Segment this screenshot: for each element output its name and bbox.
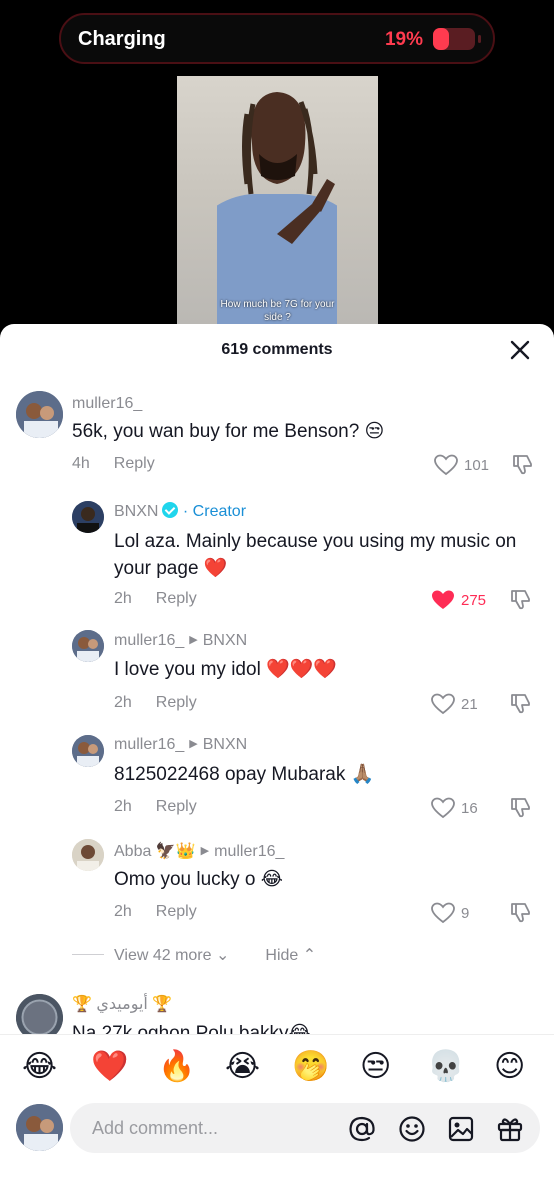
reply-to-username: muller16_ bbox=[214, 843, 285, 860]
reply-arrow-icon: ▶ bbox=[189, 738, 198, 750]
chevron-up-icon: ⌃ bbox=[302, 947, 317, 964]
comment-input[interactable]: Add comment... bbox=[70, 1103, 540, 1153]
emoji-button[interactable]: 😂 bbox=[22, 1049, 57, 1085]
like-button[interactable]: 275 bbox=[431, 589, 486, 611]
avatar[interactable] bbox=[72, 839, 104, 871]
gift-icon[interactable] bbox=[496, 1115, 524, 1143]
comment-username[interactable]: BNXN · Creator bbox=[114, 502, 246, 521]
comment-time: 2h bbox=[114, 694, 132, 711]
reply-to-username: BNXN bbox=[202, 736, 248, 753]
emoji-button[interactable]: 🔥 bbox=[158, 1049, 195, 1085]
comment-time: 2h bbox=[114, 903, 132, 920]
emoji-icon[interactable] bbox=[398, 1115, 426, 1143]
comment-username[interactable]: Abba 🦅👑 ▶ muller16_ bbox=[114, 841, 284, 861]
reply-button[interactable]: Reply bbox=[156, 590, 197, 607]
emoji-button[interactable]: 😒 bbox=[360, 1049, 391, 1085]
thread-controls: View 42 more ⌄ Hide ⌃ bbox=[72, 945, 316, 965]
comment-meta: 2h Reply bbox=[114, 903, 197, 921]
quick-emoji-bar: 😂 ❤️ 🔥 😭 🤭 😒 💀 😊 bbox=[0, 1034, 554, 1098]
comment-meta: 2h Reply bbox=[114, 694, 197, 712]
divider-line bbox=[72, 954, 104, 955]
comment-count: 619 comments bbox=[221, 341, 333, 358]
comment-username[interactable]: muller16_ bbox=[72, 395, 142, 413]
reply-button[interactable]: Reply bbox=[156, 903, 197, 920]
verified-icon bbox=[162, 502, 179, 518]
heart-icon bbox=[431, 693, 455, 715]
emoji-button[interactable]: ❤️ bbox=[91, 1049, 128, 1085]
like-button[interactable]: 16 bbox=[431, 797, 478, 819]
avatar[interactable] bbox=[72, 630, 104, 662]
creator-label: · Creator bbox=[182, 503, 247, 520]
comment-time: 2h bbox=[114, 798, 132, 815]
mention-icon[interactable] bbox=[348, 1115, 376, 1143]
video-caption: How much be 7G for your side ? bbox=[220, 299, 335, 323]
dislike-icon[interactable] bbox=[509, 691, 533, 715]
reply-button[interactable]: Reply bbox=[114, 455, 155, 472]
comments-sheet: 619 comments muller16_ 56k, you wan buy … bbox=[0, 324, 554, 1200]
like-button[interactable]: 9 bbox=[431, 902, 469, 924]
reply-button[interactable]: Reply bbox=[156, 694, 197, 711]
comment-text: Omo you lucky o 😂 bbox=[114, 869, 283, 890]
close-icon[interactable] bbox=[508, 338, 532, 362]
like-count: 101 bbox=[464, 457, 490, 474]
charging-label: Charging bbox=[78, 28, 166, 50]
dislike-icon[interactable] bbox=[509, 795, 533, 819]
avatar[interactable] bbox=[72, 735, 104, 767]
image-icon[interactable] bbox=[447, 1115, 475, 1143]
dislike-icon[interactable] bbox=[511, 452, 535, 476]
emoji-button[interactable]: 🤭 bbox=[292, 1049, 329, 1085]
avatar[interactable] bbox=[72, 501, 104, 533]
comment-time: 2h bbox=[114, 590, 132, 607]
view-more-button[interactable]: View 42 more ⌄ bbox=[114, 947, 229, 964]
chevron-down-icon: ⌄ bbox=[215, 947, 230, 964]
comment-time: 4h bbox=[72, 455, 90, 472]
comments-header: 619 comments bbox=[0, 324, 554, 376]
comment-meta: 2h Reply bbox=[114, 798, 197, 816]
heart-icon bbox=[431, 797, 455, 819]
comment-meta: 4h Reply bbox=[72, 455, 155, 473]
heart-icon bbox=[434, 454, 458, 476]
comment-input-placeholder: Add comment... bbox=[92, 1118, 219, 1138]
comment-text: 56k, you wan buy for me Benson? 😒 bbox=[72, 421, 385, 442]
comment-username[interactable]: muller16_ ▶ BNXN bbox=[114, 632, 247, 650]
hide-button[interactable]: Hide ⌃ bbox=[265, 947, 316, 964]
comment-username[interactable]: muller16_ ▶ BNXN bbox=[114, 736, 247, 754]
like-count: 21 bbox=[461, 696, 478, 713]
comment-text: I love you my idol ❤️❤️❤️ bbox=[114, 659, 338, 680]
emoji-button[interactable]: 😭 bbox=[225, 1049, 260, 1085]
comment-username[interactable]: 🏆 أيوميدي 🏆 bbox=[72, 994, 172, 1014]
reply-arrow-icon: ▶ bbox=[189, 634, 198, 646]
user-avatar[interactable] bbox=[16, 1104, 63, 1151]
reply-arrow-icon: ▶ bbox=[200, 845, 210, 857]
dislike-icon[interactable] bbox=[509, 900, 533, 924]
emoji-button[interactable]: 😊 bbox=[494, 1049, 525, 1085]
battery-icon bbox=[433, 28, 481, 50]
comment-meta: 2h Reply bbox=[114, 590, 197, 608]
comment-text: 8125022468 opay Mubarak 🙏🏽 bbox=[114, 764, 375, 785]
like-button[interactable]: 101 bbox=[434, 454, 489, 476]
comment-input-bar: Add comment... bbox=[0, 1098, 554, 1200]
reply-button[interactable]: Reply bbox=[156, 798, 197, 815]
video-person-image bbox=[217, 92, 337, 334]
comment-text: Lol aza. Mainly because you using my mus… bbox=[114, 531, 517, 579]
reply-to-username: BNXN bbox=[202, 632, 248, 649]
like-count: 9 bbox=[461, 905, 470, 922]
like-count: 16 bbox=[461, 800, 478, 817]
charging-status-pill: Charging 19% bbox=[59, 13, 495, 64]
battery-percent: 19% bbox=[384, 29, 423, 50]
dislike-icon[interactable] bbox=[509, 587, 533, 611]
like-button[interactable]: 21 bbox=[431, 693, 478, 715]
like-count: 275 bbox=[461, 592, 487, 609]
emoji-button[interactable]: 💀 bbox=[427, 1049, 464, 1085]
video-thumbnail[interactable]: How much be 7G for your side ? bbox=[177, 76, 378, 336]
heart-icon bbox=[431, 902, 455, 924]
heart-icon bbox=[432, 590, 454, 609]
avatar[interactable] bbox=[16, 391, 63, 438]
